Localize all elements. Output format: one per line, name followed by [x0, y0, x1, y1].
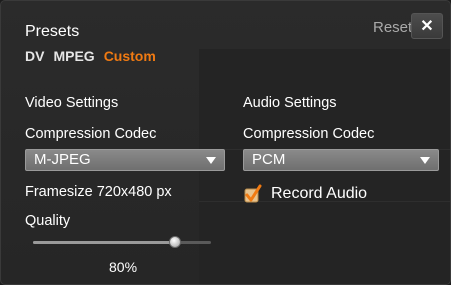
video-codec-label: Compression Codec: [25, 126, 157, 142]
framesize-text: Framesize 720x480 px: [25, 184, 172, 200]
audio-codec-label: Compression Codec: [243, 126, 375, 142]
preset-tab-mpeg[interactable]: MPEG: [53, 48, 94, 64]
record-audio-label[interactable]: Record Audio: [271, 185, 367, 203]
video-codec-value: M-JPEG: [34, 151, 91, 168]
close-icon: ✕: [420, 18, 434, 35]
reset-button[interactable]: Reset: [373, 19, 412, 36]
audio-settings-heading: Audio Settings: [243, 95, 337, 111]
preset-tab-dv[interactable]: DV: [25, 48, 44, 64]
chevron-down-icon: [206, 157, 216, 164]
panel-title: Presets: [25, 23, 80, 40]
preset-tab-custom[interactable]: Custom: [104, 48, 156, 64]
chevron-down-icon: [420, 157, 430, 164]
quality-value: 80%: [109, 259, 138, 275]
preset-tabs: DV MPEG Custom: [25, 48, 156, 64]
quality-slider-handle[interactable]: [169, 236, 182, 248]
quality-label: Quality: [25, 213, 71, 229]
quality-slider-fill: [33, 241, 176, 244]
close-button[interactable]: ✕: [411, 13, 443, 39]
video-codec-select[interactable]: M-JPEG: [25, 149, 225, 171]
audio-codec-value: PCM: [252, 151, 286, 168]
presets-panel: Presets Reset ✕ DV MPEG Custom Video Set…: [0, 0, 451, 285]
quality-slider[interactable]: [33, 236, 211, 248]
audio-codec-select[interactable]: PCM: [243, 149, 439, 171]
video-settings-heading: Video Settings: [25, 95, 119, 111]
record-audio-checkbox[interactable]: [243, 184, 263, 204]
